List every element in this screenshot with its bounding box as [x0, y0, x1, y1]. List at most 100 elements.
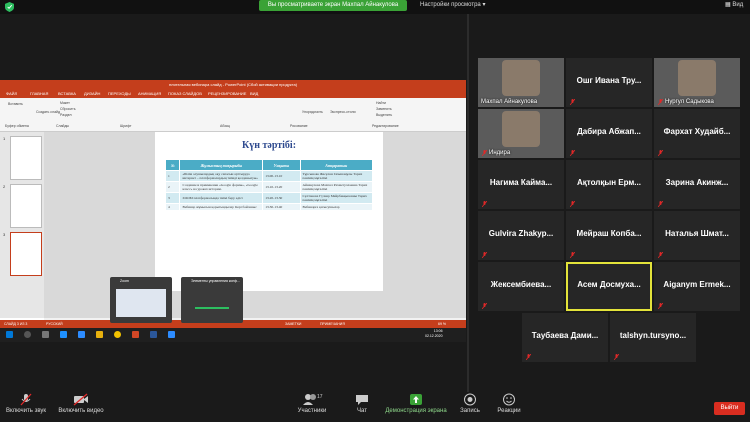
mic-muted-icon: [614, 354, 619, 360]
ribbon-item[interactable]: Упорядочить: [302, 110, 323, 114]
participants-label: Участники: [297, 408, 327, 414]
view-settings-menu[interactable]: Настройки просмотра ▾: [420, 0, 485, 11]
participant-tile[interactable]: talshyn.tursyno...: [610, 313, 696, 362]
participant-tile[interactable]: Ақтолқын Ерм...: [566, 160, 652, 209]
split-divider[interactable]: [467, 14, 469, 392]
participant-tile[interactable]: Дабира Абжап...: [566, 109, 652, 158]
ppt-tab[interactable]: ПОКАЗ СЛАЙДОВ: [168, 90, 202, 98]
ribbon-item[interactable]: Найти: [376, 101, 386, 105]
encryption-shield-icon[interactable]: [5, 2, 14, 12]
chrome-icon[interactable]: [114, 331, 121, 338]
mic-muted-icon: [482, 201, 487, 207]
mic-muted-icon: [658, 252, 663, 258]
mic-muted-icon: [658, 303, 663, 309]
ppt-tab[interactable]: ПЕРЕХОДЫ: [108, 90, 131, 98]
participant-tile[interactable]: Aiganym Ermek...: [654, 262, 740, 311]
table-cell: 13.00-13.10: [262, 170, 301, 182]
ppt-ribbon: Вставить Создать слайд Макет Сбросить Ра…: [0, 98, 466, 132]
powerpoint-icon[interactable]: [132, 331, 139, 338]
leave-meeting-button[interactable]: Выйти: [714, 402, 745, 415]
ribbon-item[interactable]: Выделить: [376, 113, 392, 117]
video-feed: [502, 111, 540, 147]
participant-tile[interactable]: Gulvira Zhakyp...: [478, 211, 564, 260]
slide-thumbnail[interactable]: [10, 136, 42, 180]
participant-name: Асем Досмуха...: [577, 280, 641, 289]
ppt-tab[interactable]: ВИД: [250, 90, 258, 98]
slide-counter: СЛАЙД 3 ИЗ 3: [4, 322, 28, 326]
taskbar-preview-zoom[interactable]: Zoom: [110, 277, 172, 323]
participant-tile[interactable]: Индира: [478, 109, 564, 158]
ribbon-group-label: Шрифт: [120, 124, 132, 128]
clock-date: 02.12.2020: [425, 334, 443, 338]
ribbon-group-label: Абзац: [220, 124, 230, 128]
ppt-tab[interactable]: ВСТАВКА: [58, 90, 76, 98]
word-icon[interactable]: [150, 331, 157, 338]
participant-tile[interactable]: Таубаева Дами...: [522, 313, 608, 362]
participant-tile[interactable]: Асем Досмуха...: [566, 262, 652, 311]
windows-start-icon[interactable]: [6, 331, 13, 338]
participant-tile[interactable]: Мейраш Копба...: [566, 211, 652, 260]
participant-tile[interactable]: Махпал Айнакулова: [478, 58, 564, 107]
start-video-label: Включить видео: [58, 408, 104, 414]
table-cell: 13.20-13.30: [262, 192, 301, 204]
slide-number: 3: [3, 232, 6, 237]
zoom-app-icon[interactable]: [78, 331, 85, 338]
table-cell: Тұрсынова Жасұлан Ілғышаңұлы Тарих пәнін…: [299, 170, 374, 182]
participant-tile[interactable]: Нагима Кайма...: [478, 160, 564, 209]
participant-tile[interactable]: Ошг Ивана Тру...: [566, 58, 652, 107]
column-header: Жұмыстың тақырыбы: [179, 159, 264, 171]
ribbon-item[interactable]: Заменить: [376, 107, 392, 111]
reactions-button[interactable]: Реакции: [496, 393, 522, 414]
mic-muted-icon: [482, 252, 487, 258]
view-settings-label: Настройки просмотра: [420, 2, 481, 8]
ribbon-item[interactable]: Вставить: [8, 102, 23, 106]
ribbon-item[interactable]: Сбросить: [60, 107, 76, 111]
ppt-tab[interactable]: АНИМАЦИЯ: [138, 90, 161, 98]
share-screen-button[interactable]: Демонстрация экрана: [383, 393, 449, 414]
chat-button[interactable]: Чат: [352, 393, 372, 414]
notes-toggle[interactable]: ЗАМЕТКИ: [285, 320, 301, 328]
mic-muted-icon: [658, 201, 663, 207]
taskbar-preview-controls[interactable]: Элементы управления конф...: [181, 277, 243, 323]
slide-thumbnail-selected[interactable]: [10, 232, 42, 276]
table-cell: ZOOM платформасында тиімі беру әдісі: [179, 192, 264, 204]
start-video-button[interactable]: Включить видео: [56, 393, 106, 414]
participant-tile[interactable]: Наталья Шмат...: [654, 211, 740, 260]
comments-toggle[interactable]: ПРИМЕЧАНИЯ: [320, 320, 345, 328]
ribbon-item[interactable]: Создать слайд: [36, 110, 60, 114]
unmute-button[interactable]: Включить звук: [4, 393, 48, 414]
ppt-tab[interactable]: РЕЦЕНЗИРОВАНИЕ: [208, 90, 246, 98]
view-button[interactable]: ▦ Вид: [725, 0, 743, 11]
record-label: Запись: [460, 408, 480, 414]
meeting-toolbar: Включить звук Включить видео 17 Участник…: [0, 393, 750, 422]
view-label: Вид: [732, 2, 744, 8]
table-row: 4 Вебинар жұмысын қорытындылау. Кері бай…: [164, 203, 374, 211]
ribbon-item[interactable]: Макет: [60, 101, 70, 105]
zoom-meeting-icon[interactable]: [168, 331, 175, 338]
grid-icon: ▦: [725, 2, 731, 8]
ppt-ribbon-tabs: ФАЙЛ ГЛАВНАЯ ВСТАВКА ДИЗАЙН ПЕРЕХОДЫ АНИ…: [0, 90, 466, 98]
slide-number: 2: [3, 184, 6, 189]
search-icon[interactable]: [24, 331, 31, 338]
column-header: Атқаратын: [299, 159, 374, 171]
ribbon-item[interactable]: Экспресс-стили: [330, 110, 356, 114]
ribbon-item[interactable]: Раздел: [60, 113, 72, 117]
participant-tile[interactable]: Жексембиева...: [478, 262, 564, 311]
top-bar: Вы просматриваете экран Махпал Айнакулов…: [0, 0, 750, 14]
smiley-icon: [503, 393, 515, 406]
explorer-icon[interactable]: [96, 331, 103, 338]
task-view-icon[interactable]: [42, 331, 49, 338]
table-cell: 1: [164, 170, 181, 182]
ppt-tab[interactable]: ДИЗАЙН: [84, 90, 100, 98]
slide-thumbnail[interactable]: [10, 184, 42, 228]
participant-tile[interactable]: Фархат Худайб...: [654, 109, 740, 158]
participants-button[interactable]: 17 Участники: [294, 393, 330, 414]
record-button[interactable]: Запись: [458, 393, 482, 414]
ppt-tab[interactable]: ГЛАВНАЯ: [30, 90, 48, 98]
slide: Күн тәртібі: № Жұмыстың тақырыбы Уақыты …: [155, 132, 383, 291]
edge-icon[interactable]: [60, 331, 67, 338]
participant-tile[interactable]: Зарина Акинж...: [654, 160, 740, 209]
ppt-tab[interactable]: ФАЙЛ: [6, 90, 17, 98]
table-row: 2 Создание и применение «Google формы», …: [164, 181, 374, 193]
participant-tile[interactable]: Нургул Садыкова: [654, 58, 740, 107]
